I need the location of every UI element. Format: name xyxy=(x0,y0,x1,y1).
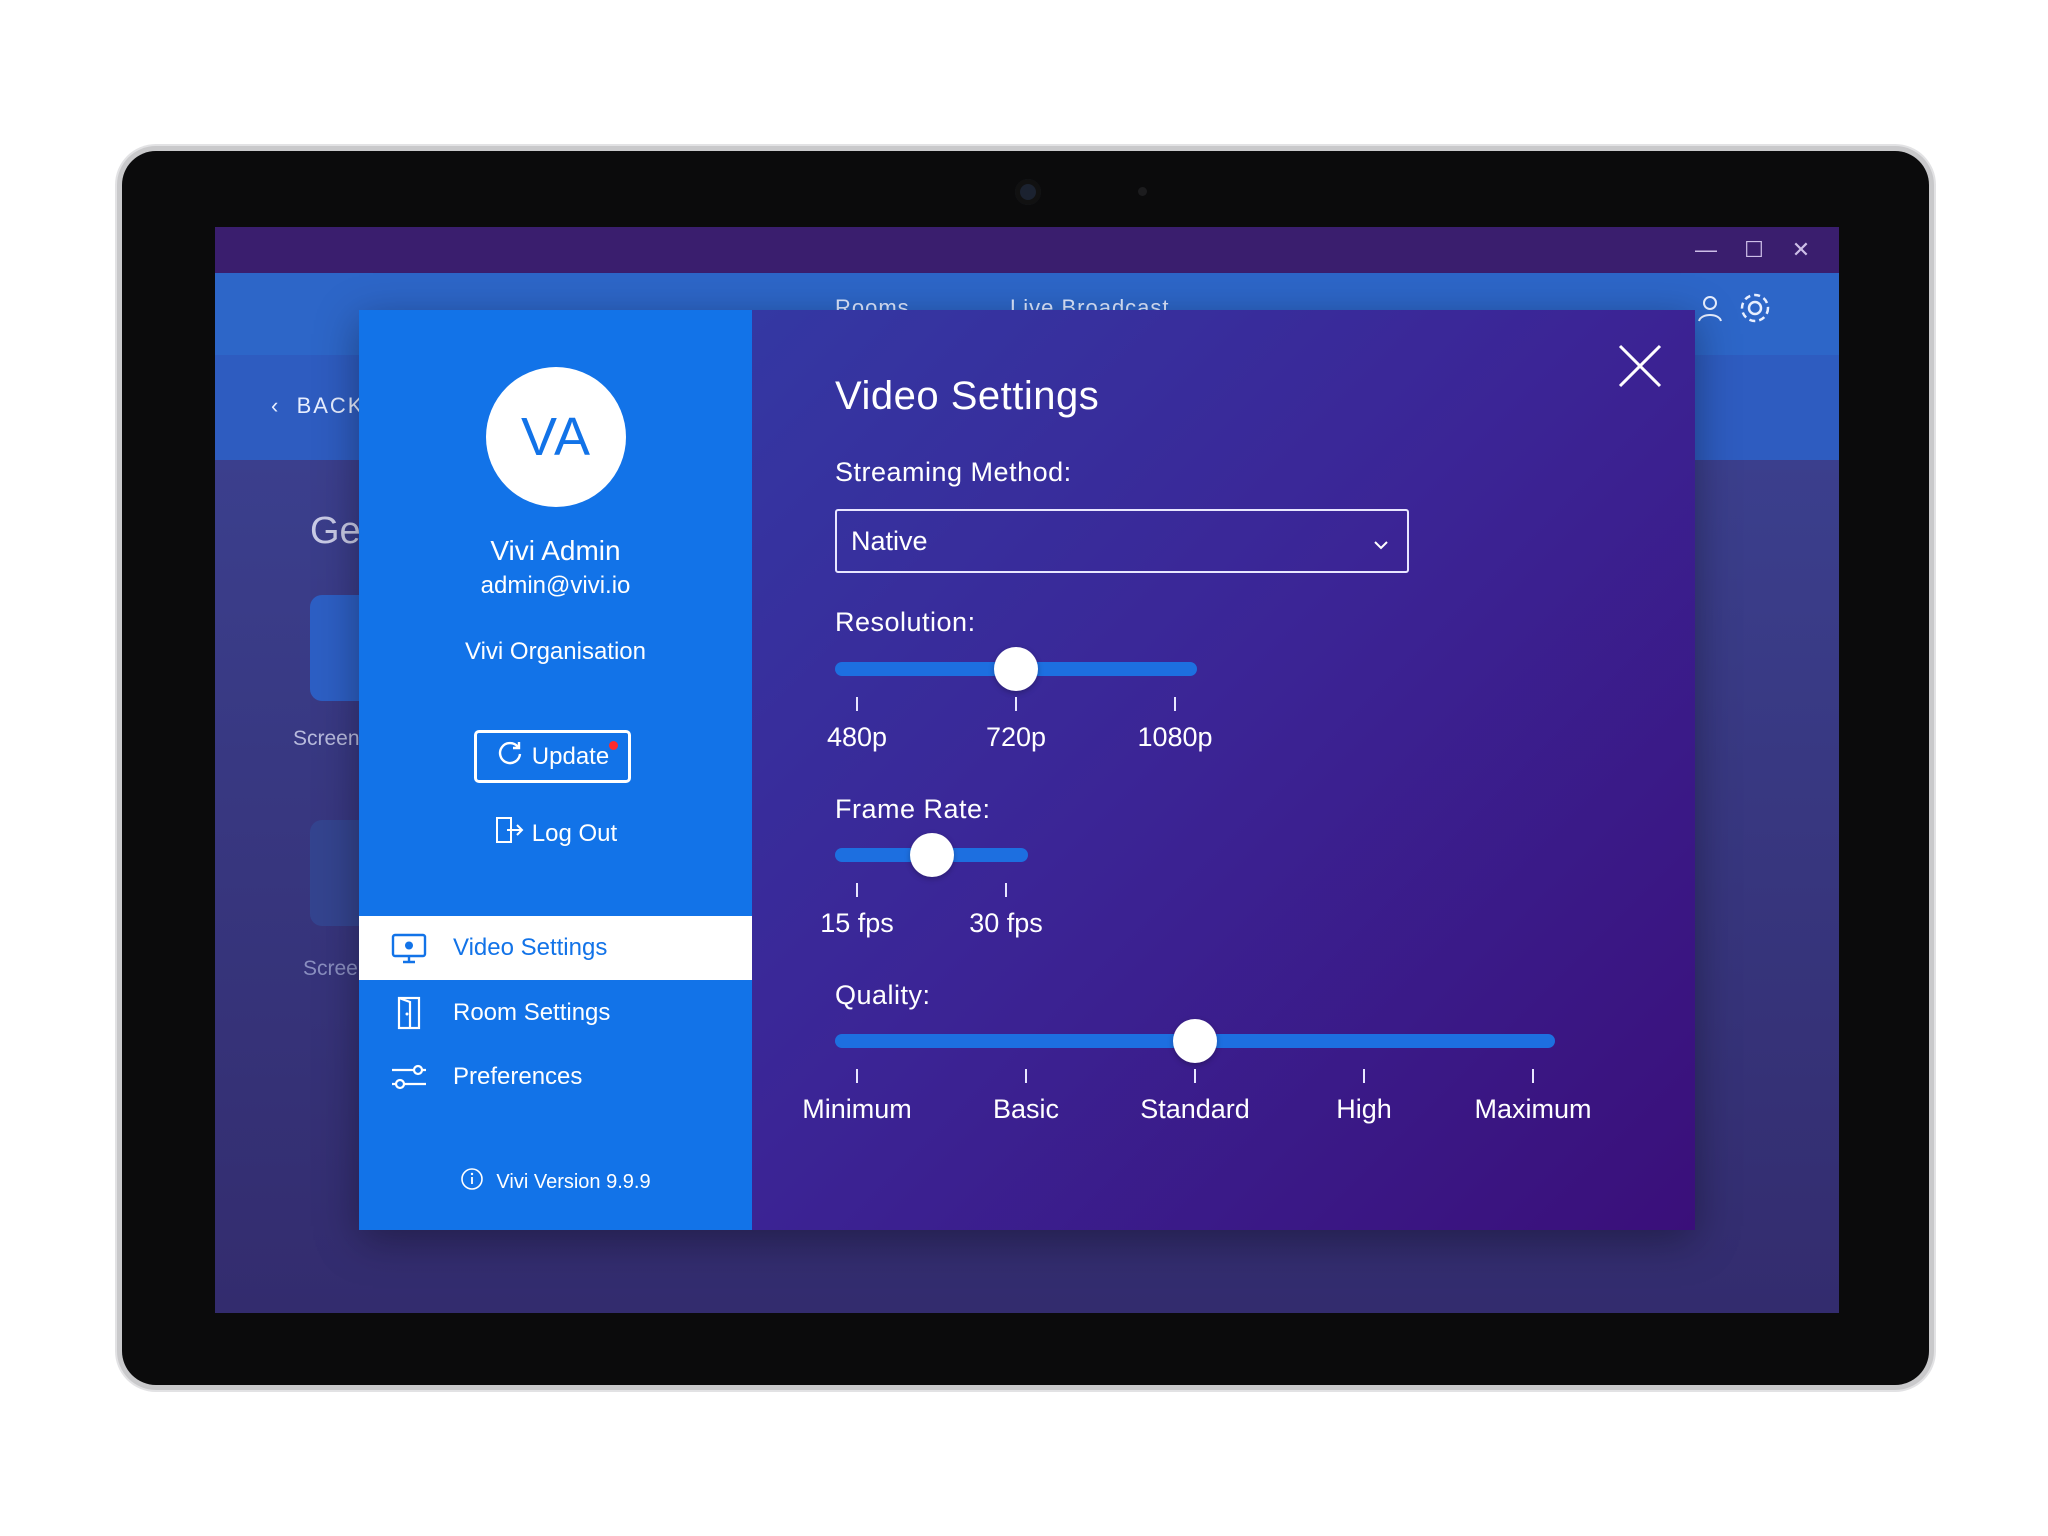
logout-icon xyxy=(494,815,524,852)
background-tile-caption: Scree xyxy=(303,957,358,980)
streaming-method-select[interactable]: Native xyxy=(835,509,1409,573)
user-icon[interactable] xyxy=(1695,293,1725,328)
resolution-label: Resolution: xyxy=(835,607,976,637)
slider-option-label[interactable]: High xyxy=(1336,1094,1392,1125)
slider-tick xyxy=(856,883,858,897)
sidebar-item-video-settings[interactable]: Video Settings xyxy=(359,916,752,980)
version-label: Vivi Version 9.9.9 xyxy=(496,1170,651,1193)
update-button[interactable]: Update xyxy=(474,730,631,783)
slider-tick xyxy=(1005,883,1007,897)
slider-tick xyxy=(1015,697,1017,711)
slider-option-label[interactable]: 720p xyxy=(986,722,1046,753)
maximize-button[interactable]: ☐ xyxy=(1739,235,1769,265)
slider-tick xyxy=(856,1069,858,1083)
slider-option-label[interactable]: Maximum xyxy=(1474,1094,1591,1125)
quality-label: Quality: xyxy=(835,980,931,1010)
minimize-button[interactable]: — xyxy=(1691,235,1721,265)
slider-option-label[interactable]: 30 fps xyxy=(969,908,1043,939)
camera-sensor xyxy=(1138,187,1147,196)
app-screen: — ☐ ✕ Rooms Live Broadcast ‹ BACK Ge Scr… xyxy=(215,227,1839,1313)
slider-tick xyxy=(1532,1069,1534,1083)
slider-tick xyxy=(1363,1069,1365,1083)
slider-thumb[interactable] xyxy=(909,833,954,877)
frame-rate-label: Frame Rate: xyxy=(835,794,991,824)
back-button[interactable]: ‹ BACK xyxy=(271,393,364,419)
slider-tick xyxy=(1025,1069,1027,1083)
logout-label: Log Out xyxy=(531,819,618,847)
background-heading: Ge xyxy=(310,510,361,552)
info-icon xyxy=(460,1167,484,1197)
slider-thumb[interactable] xyxy=(994,647,1038,691)
user-email: admin@vivi.io xyxy=(480,572,631,599)
slider-option-label[interactable]: 15 fps xyxy=(820,908,894,939)
sidebar-item-room-settings[interactable]: Room Settings xyxy=(359,981,752,1045)
refresh-icon xyxy=(496,739,524,774)
organisation-name: Vivi Organisation xyxy=(465,638,646,665)
slider-tick xyxy=(1174,697,1176,711)
logout-button[interactable]: Log Out xyxy=(359,815,752,852)
settings-modal: VA Vivi Admin admin@vivi.io Vivi Organis… xyxy=(359,310,1695,1230)
slider-tick xyxy=(1194,1069,1196,1083)
sidebar-item-label: Preferences xyxy=(453,1063,583,1090)
update-label: Update xyxy=(531,742,610,770)
background-tile-caption: Screen xyxy=(293,727,360,750)
sidebar-item-preferences[interactable]: Preferences xyxy=(359,1045,752,1109)
avatar: VA xyxy=(486,367,626,507)
settings-sidebar: VA Vivi Admin admin@vivi.io Vivi Organis… xyxy=(359,310,752,1230)
slider-thumb[interactable] xyxy=(1173,1019,1217,1063)
streaming-method-value: Native xyxy=(851,525,928,556)
window-close-button[interactable]: ✕ xyxy=(1786,235,1816,265)
slider-option-label[interactable]: Basic xyxy=(993,1094,1059,1125)
user-name: Vivi Admin xyxy=(490,535,621,566)
sliders-icon xyxy=(389,1057,429,1097)
window-titlebar: — ☐ ✕ xyxy=(215,227,1839,273)
slider-option-label[interactable]: 480p xyxy=(827,722,887,753)
page-title: Video Settings xyxy=(835,374,1100,418)
slider-tick xyxy=(856,697,858,711)
monitor-gear-icon xyxy=(389,928,429,968)
streaming-method-label: Streaming Method: xyxy=(835,457,1072,487)
gear-icon[interactable] xyxy=(1736,289,1774,332)
camera-lens xyxy=(1015,179,1041,205)
sidebar-item-label: Video Settings xyxy=(453,934,608,961)
video-settings-panel: Video Settings Streaming Method: Native … xyxy=(752,310,1695,1230)
notification-dot xyxy=(609,741,618,750)
chevron-down-icon xyxy=(1373,526,1389,557)
version-info: Vivi Version 9.9.9 xyxy=(359,1167,752,1197)
slider-option-label[interactable]: 1080p xyxy=(1137,722,1212,753)
door-icon xyxy=(389,993,429,1033)
close-icon[interactable] xyxy=(1618,344,1662,388)
slider-option-label[interactable]: Minimum xyxy=(802,1094,912,1125)
slider-option-label[interactable]: Standard xyxy=(1140,1094,1250,1125)
sidebar-item-label: Room Settings xyxy=(453,999,611,1026)
